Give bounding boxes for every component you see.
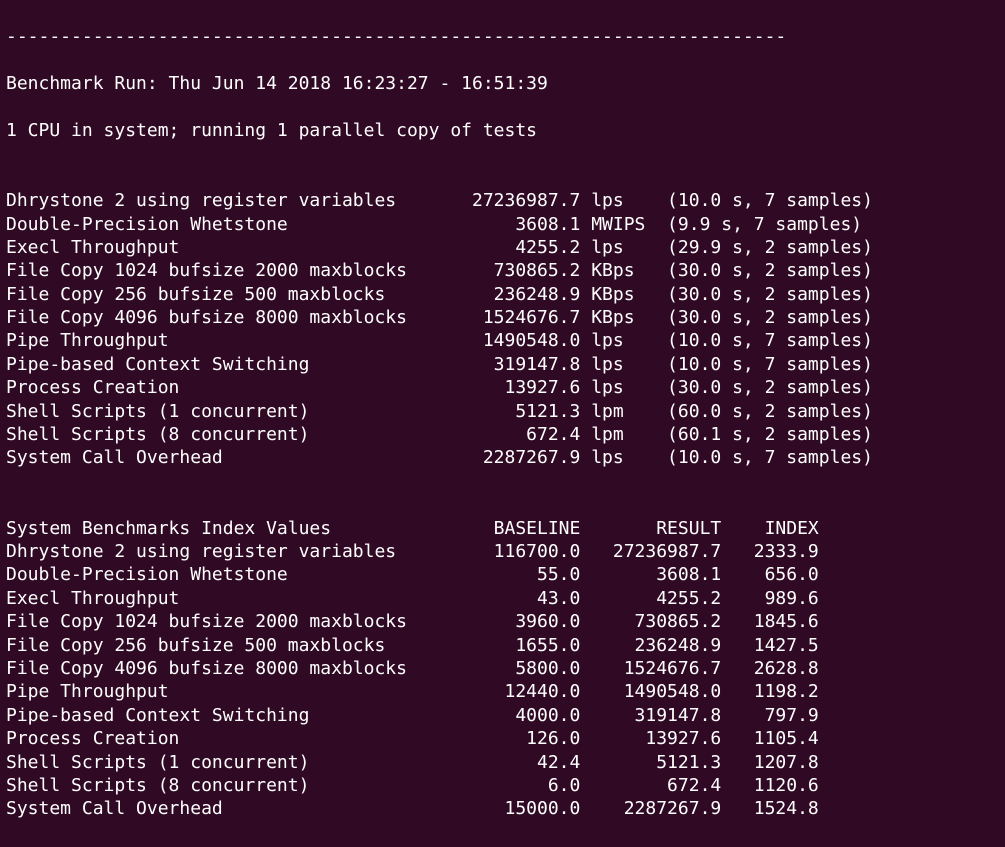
index-block: System Benchmarks Index Values BASELINE … [6,517,999,821]
result-row: Pipe-based Context Switching 319147.8 lp… [6,353,999,376]
index-header-row: System Benchmarks Index Values BASELINE … [6,517,999,540]
index-row: File Copy 1024 bufsize 2000 maxblocks 39… [6,610,999,633]
result-row: Double-Precision Whetstone 3608.1 MWIPS … [6,213,999,236]
index-row: Shell Scripts (8 concurrent) 6.0 672.4 1… [6,774,999,797]
index-row: Pipe Throughput 12440.0 1490548.0 1198.2 [6,680,999,703]
result-row: File Copy 1024 bufsize 2000 maxblocks 73… [6,259,999,282]
terminal-output[interactable]: ----------------------------------------… [0,0,1005,847]
result-row: Dhrystone 2 using register variables 272… [6,189,999,212]
result-row: Shell Scripts (1 concurrent) 5121.3 lpm … [6,400,999,423]
index-row: Process Creation 126.0 13927.6 1105.4 [6,727,999,750]
result-row: Shell Scripts (8 concurrent) 672.4 lpm (… [6,423,999,446]
result-row: File Copy 4096 bufsize 8000 maxblocks 15… [6,306,999,329]
index-row: File Copy 4096 bufsize 8000 maxblocks 58… [6,657,999,680]
index-row: System Call Overhead 15000.0 2287267.9 1… [6,797,999,820]
result-row: Pipe Throughput 1490548.0 lps (10.0 s, 7… [6,329,999,352]
result-row: Execl Throughput 4255.2 lps (29.9 s, 2 s… [6,236,999,259]
index-row: Double-Precision Whetstone 55.0 3608.1 6… [6,563,999,586]
result-row: File Copy 256 bufsize 500 maxblocks 2362… [6,283,999,306]
separator-top: ----------------------------------------… [6,25,999,48]
result-row: Process Creation 13927.6 lps (30.0 s, 2 … [6,376,999,399]
index-row: File Copy 256 bufsize 500 maxblocks 1655… [6,634,999,657]
results-block: Dhrystone 2 using register variables 272… [6,189,999,470]
index-row: Shell Scripts (1 concurrent) 42.4 5121.3… [6,751,999,774]
index-row: Pipe-based Context Switching 4000.0 3191… [6,704,999,727]
index-row: Dhrystone 2 using register variables 116… [6,540,999,563]
result-row: System Call Overhead 2287267.9 lps (10.0… [6,446,999,469]
cpu-info-header: 1 CPU in system; running 1 parallel copy… [6,119,999,142]
benchmark-run-header: Benchmark Run: Thu Jun 14 2018 16:23:27 … [6,72,999,95]
index-row: Execl Throughput 43.0 4255.2 989.6 [6,587,999,610]
